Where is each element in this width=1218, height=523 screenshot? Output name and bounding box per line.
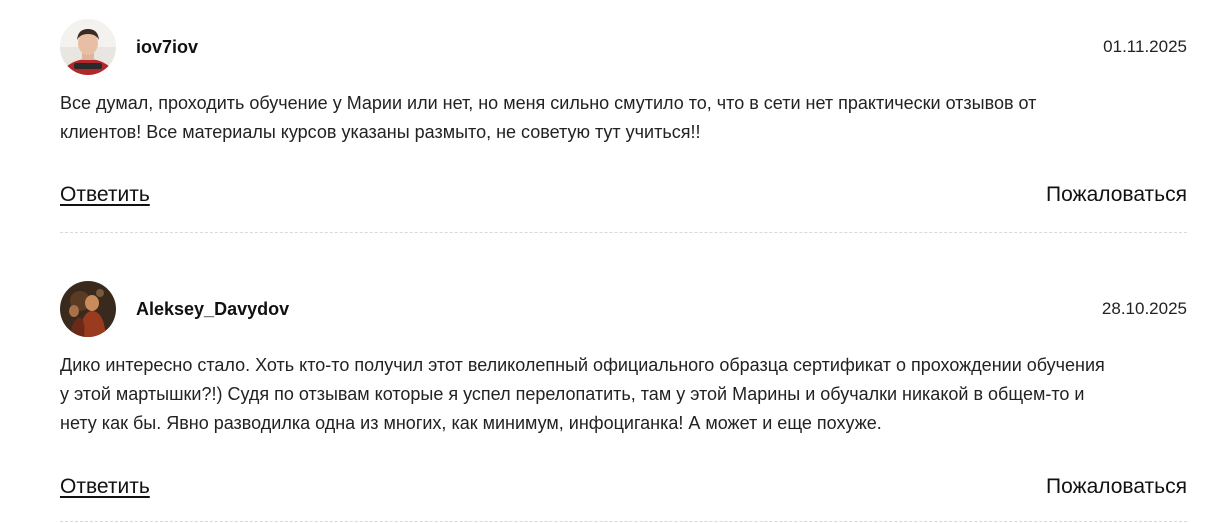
- comment-date: 28.10.2025: [1101, 299, 1187, 318]
- comments-list: iov7iov 01.11.2025 Все думал, проходить …: [0, 0, 1218, 523]
- report-link[interactable]: Пожаловаться: [1046, 183, 1187, 207]
- comment-header: iov7iov 01.11.2025: [60, 19, 1187, 75]
- avatar[interactable]: [60, 19, 116, 75]
- comment-actions: Ответить Пожаловаться: [60, 475, 1187, 499]
- comment-text: Все думал, проходить обучение у Марии ил…: [60, 93, 1037, 142]
- report-link[interactable]: Пожаловаться: [1046, 475, 1187, 499]
- comment-actions: Ответить Пожаловаться: [60, 183, 1187, 207]
- comment-item: iov7iov 01.11.2025 Все думал, проходить …: [60, 19, 1187, 234]
- avatar[interactable]: [60, 281, 116, 337]
- comment-date: 01.11.2025: [1103, 37, 1187, 56]
- username[interactable]: iov7iov: [136, 37, 198, 58]
- comment-text: Дико интересно стало. Хоть кто-то получи…: [60, 355, 1105, 433]
- reply-link[interactable]: Ответить: [60, 475, 150, 499]
- avatar-photo-painting-icon: [60, 281, 116, 337]
- avatar-photo-person-icon: [60, 19, 116, 75]
- reply-link[interactable]: Ответить: [60, 183, 150, 207]
- comment-item: Aleksey_Davydov 28.10.2025 Дико интересн…: [60, 281, 1187, 523]
- divider: [60, 521, 1187, 522]
- comment-header: Aleksey_Davydov 28.10.2025: [60, 281, 1187, 337]
- divider: [60, 232, 1187, 233]
- username[interactable]: Aleksey_Davydov: [136, 299, 289, 320]
